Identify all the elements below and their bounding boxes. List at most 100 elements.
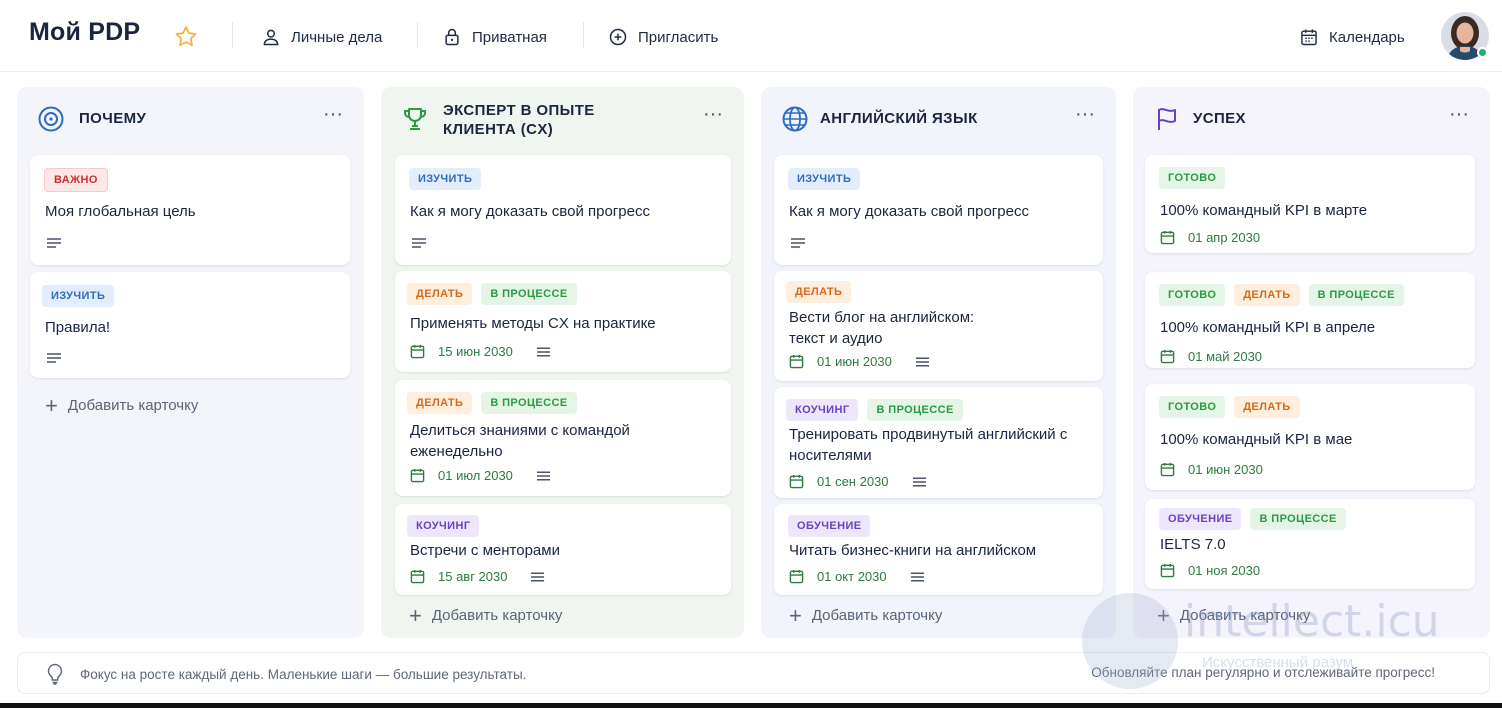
card-title: Встречи с менторами [410, 542, 560, 559]
calendar-icon [410, 468, 425, 483]
card[interactable]: ИЗУЧИТЬ Как я могу доказать свой прогрес… [395, 155, 731, 265]
card[interactable]: КОУЧИНГ В ПРОЦЕССЕ Тренировать продвинут… [774, 387, 1103, 498]
calendar-icon [1160, 563, 1175, 578]
invite-label: Пригласить [638, 28, 719, 46]
card-title: IELTS 7.0 [1160, 536, 1226, 553]
add-card-button[interactable]: + Добавить карточку [1157, 604, 1311, 626]
user-icon [263, 29, 279, 46]
card-title: Вести блог на английском: текст и аудио [789, 309, 975, 347]
private-button[interactable]: Приватная [442, 24, 547, 50]
card[interactable]: КОУЧИНГ Встречи с менторами 15 авг 2030 [395, 504, 731, 595]
card[interactable]: ВАЖНО Моя глобальная цель [30, 155, 350, 265]
calendar-icon [1301, 29, 1317, 46]
more-icon[interactable]: ··· [1448, 104, 1470, 129]
column-title: УСПЕХ [1193, 110, 1246, 127]
due-date: 01 сен 2030 [789, 474, 927, 489]
lock-icon [445, 28, 459, 46]
due-date: 01 июн 2030 [789, 354, 930, 369]
personal-tasks-button[interactable]: Личные дела [261, 24, 382, 50]
card[interactable]: ДЕЛАТЬ В ПРОЦЕССЕ Делиться знаниями с ко… [395, 380, 731, 496]
description-icon [412, 238, 426, 248]
invite-button[interactable]: Пригласить [608, 24, 718, 50]
card-title: Как я могу доказать свой прогресс [789, 203, 1029, 220]
card-title: Как я могу доказать свой прогресс [410, 203, 650, 220]
card[interactable]: ИЗУЧИТЬ Как я могу доказать свой прогрес… [774, 155, 1103, 265]
calendar-button[interactable]: Календарь [1299, 24, 1405, 50]
tag-in-progress: В ПРОЦЕССЕ [1308, 284, 1404, 306]
calendar-icon [410, 344, 425, 359]
online-status-dot [1477, 47, 1488, 58]
calendar-icon [410, 569, 425, 584]
tag-in-progress: В ПРОЦЕССЕ [1250, 508, 1346, 530]
tag-in-progress: В ПРОЦЕССЕ [867, 399, 963, 421]
card[interactable]: ГОТОВО ДЕЛАТЬ 100% командный KPI в мае 0… [1145, 384, 1475, 490]
description-icon [536, 347, 550, 356]
add-card-label: Добавить карточку [1179, 607, 1311, 624]
more-icon[interactable]: ··· [1074, 104, 1096, 129]
board-title: Мой PDP [29, 18, 141, 46]
card[interactable]: ОБУЧЕНИЕ Читать бизнес-книги на английск… [774, 504, 1103, 595]
trophy-icon [404, 108, 426, 130]
calendar-icon [789, 354, 804, 369]
add-card-button[interactable]: + Добавить карточку [789, 602, 942, 628]
more-icon[interactable]: ··· [702, 104, 724, 129]
card[interactable]: ИЗУЧИТЬ Правила! [30, 272, 350, 378]
tag-coaching: КОУЧИНГ [786, 399, 859, 421]
plus-icon: + [409, 602, 422, 628]
column-title: АНГЛИЙСКИЙ ЯЗЫК [820, 110, 978, 127]
plus-icon: + [45, 392, 58, 418]
due-date: 01 ноя 2030 [1160, 563, 1260, 578]
description-icon [536, 471, 550, 480]
header-divider [232, 22, 233, 48]
due-date: 01 окт 2030 [789, 569, 925, 584]
add-card-button[interactable]: + Добавить карточку [45, 392, 198, 418]
star-icon[interactable] [173, 24, 199, 50]
tag-done: ГОТОВО [1159, 396, 1226, 418]
due-date: 01 май 2030 [1160, 349, 1262, 364]
card[interactable]: ГОТОВО 100% командный KPI в марте 01 апр… [1145, 155, 1475, 253]
plus-circle-icon [609, 28, 627, 46]
more-icon[interactable]: ··· [322, 104, 344, 129]
card[interactable]: ОБУЧЕНИЕ В ПРОЦЕССЕ IELTS 7.0 01 ноя 203… [1145, 499, 1475, 589]
due-date: 15 авг 2030 [410, 569, 545, 584]
add-card-button[interactable]: + Добавить карточку [409, 602, 563, 628]
card-title: Правила! [45, 319, 111, 336]
due-date-text: 15 авг 2030 [438, 569, 508, 584]
card-title: 100% командный KPI в марте [1160, 202, 1368, 219]
tag-coaching: КОУЧИНГ [407, 515, 480, 537]
column-success: УСПЕХ ··· ГОТОВО 100% командный KPI в ма… [1133, 87, 1490, 638]
tag-do: ДЕЛАТЬ [786, 281, 852, 303]
lightbulb-icon [47, 663, 63, 685]
card-title: 100% командный KPI в апреле [1160, 319, 1376, 336]
tag-in-progress: В ПРОЦЕССЕ [481, 283, 577, 305]
top-bar: Мой PDP Личные дела Приватная Пригласить… [0, 0, 1502, 72]
tag-learning: ОБУЧЕНИЕ [1159, 508, 1242, 530]
card[interactable]: ГОТОВО ДЕЛАТЬ В ПРОЦЕССЕ 100% командный … [1145, 272, 1475, 368]
tag-do: ДЕЛАТЬ [407, 392, 473, 414]
tag-done: ГОТОВО [1159, 167, 1226, 189]
column-cx-expert: ЭКСПЕРТ В ОПЫТЕ КЛИЕНТА (CX) ··· ИЗУЧИТЬ… [381, 87, 744, 638]
tag-study: ИЗУЧИТЬ [42, 285, 115, 307]
card[interactable]: ДЕЛАТЬ В ПРОЦЕССЕ Применять методы CX на… [395, 271, 731, 372]
tag-important: ВАЖНО [44, 168, 108, 192]
card-title: 100% командный KPI в мае [1160, 431, 1353, 448]
personal-tasks-label: Личные дела [291, 28, 383, 46]
due-date-text: 01 июн 2030 [817, 354, 892, 369]
calendar-icon [1160, 230, 1175, 245]
tag-learning: ОБУЧЕНИЕ [788, 515, 871, 537]
due-date-text: 01 окт 2030 [817, 569, 887, 584]
description-icon [47, 238, 61, 248]
footer-bar: Фокус на росте каждый день. Маленькие ша… [17, 652, 1490, 694]
plus-icon: + [789, 602, 802, 628]
card-title: Моя глобальная цель [45, 203, 196, 220]
due-date: 15 июн 2030 [410, 344, 551, 359]
column-title: ЭКСПЕРТ В ОПЫТЕ КЛИЕНТА (CX) [443, 102, 595, 138]
card-title: Применять методы CX на практике [410, 315, 656, 332]
card[interactable]: ДЕЛАТЬ Вести блог на английском: текст и… [774, 271, 1103, 381]
calendar-icon [789, 569, 804, 584]
tag-study: ИЗУЧИТЬ [409, 168, 482, 190]
card-title: Тренировать продвинутый английский с нос… [789, 426, 1068, 464]
add-card-label: Добавить карточку [431, 607, 563, 624]
column-header: ПОЧЕМУ ··· [17, 87, 364, 149]
tag-done: ГОТОВО [1159, 284, 1226, 306]
